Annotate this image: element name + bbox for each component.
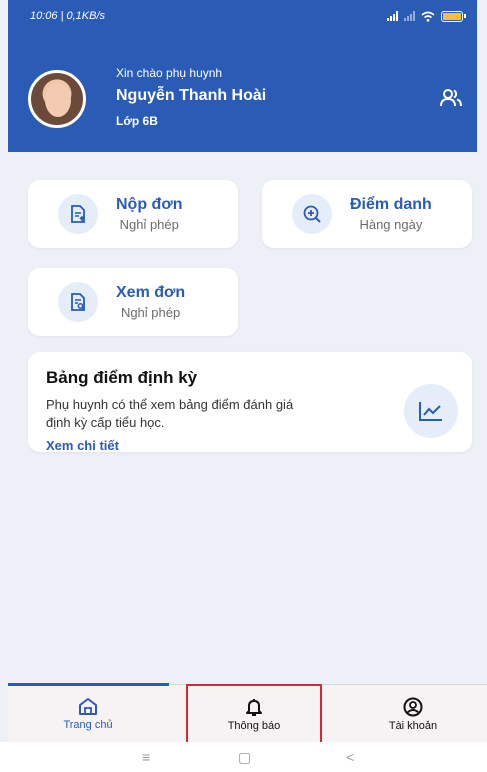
attendance-title: Điểm danh bbox=[350, 196, 432, 213]
submit-leave-title: Nộp đơn bbox=[116, 196, 183, 213]
greeting-text: Xin chào phụ huynh bbox=[116, 66, 223, 80]
report-card[interactable]: Bảng điểm định kỳ Phụ huynh có thể xem b… bbox=[28, 352, 472, 453]
switch-child-icon[interactable] bbox=[439, 88, 463, 108]
status-icons bbox=[387, 10, 466, 22]
system-back-button[interactable]: < bbox=[346, 749, 354, 765]
report-card-link[interactable]: Xem chi tiết bbox=[46, 438, 454, 453]
attendance-tile[interactable]: Điểm danh Hàng ngày bbox=[262, 180, 472, 248]
submit-leave-subtitle: Nghỉ phép bbox=[119, 217, 179, 232]
app-header: 10:06 | 0,1KB/s Xin chào phụ huynh Nguyễ… bbox=[8, 0, 477, 152]
system-home-button[interactable]: ▢ bbox=[238, 749, 251, 766]
parent-name: Nguyễn Thanh Hoài bbox=[116, 87, 267, 104]
report-card-description: Phụ huynh có thể xem bảng điểm đánh giá … bbox=[46, 397, 294, 430]
view-leave-subtitle: Nghỉ phép bbox=[120, 305, 181, 320]
document-upload-icon bbox=[58, 194, 98, 234]
view-leave-title: Xem đơn bbox=[116, 284, 186, 301]
wifi-icon bbox=[421, 11, 435, 22]
tab-account[interactable]: Tài khoản bbox=[358, 685, 468, 743]
bottom-nav: Trang chủ Thông báo Tài khoản bbox=[8, 683, 487, 746]
tab-notifications-label: Thông báo bbox=[227, 720, 281, 732]
submit-leave-tile[interactable]: Nộp đơn Nghỉ phép bbox=[28, 180, 238, 248]
system-navigation-bar: ≡ ▢ < bbox=[0, 742, 487, 772]
signal-2-icon bbox=[404, 11, 415, 21]
line-chart-icon bbox=[404, 384, 458, 438]
status-bar: 10:06 | 0,1KB/s bbox=[8, 0, 477, 32]
status-time: 10:06 | 0,1KB/s bbox=[30, 10, 106, 22]
tab-notifications[interactable]: Thông báo bbox=[186, 684, 322, 746]
tab-home-label: Trang chủ bbox=[63, 719, 113, 731]
report-card-title: Bảng điểm định kỳ bbox=[46, 368, 198, 387]
document-search-icon bbox=[58, 282, 98, 322]
view-leave-tile[interactable]: Xem đơn Nghỉ phép bbox=[28, 268, 238, 336]
signal-icon bbox=[387, 11, 398, 21]
battery-icon bbox=[441, 10, 466, 22]
system-menu-button[interactable]: ≡ bbox=[142, 749, 150, 765]
bell-icon bbox=[246, 699, 262, 716]
class-label: Lớp 6B bbox=[116, 114, 158, 128]
home-icon bbox=[79, 698, 97, 715]
avatar[interactable] bbox=[28, 70, 86, 128]
zoom-plus-icon bbox=[292, 194, 332, 234]
tab-account-label: Tài khoản bbox=[388, 719, 438, 732]
attendance-subtitle: Hàng ngày bbox=[359, 217, 423, 232]
account-icon bbox=[403, 697, 423, 716]
tab-home[interactable]: Trang chủ bbox=[28, 685, 148, 743]
